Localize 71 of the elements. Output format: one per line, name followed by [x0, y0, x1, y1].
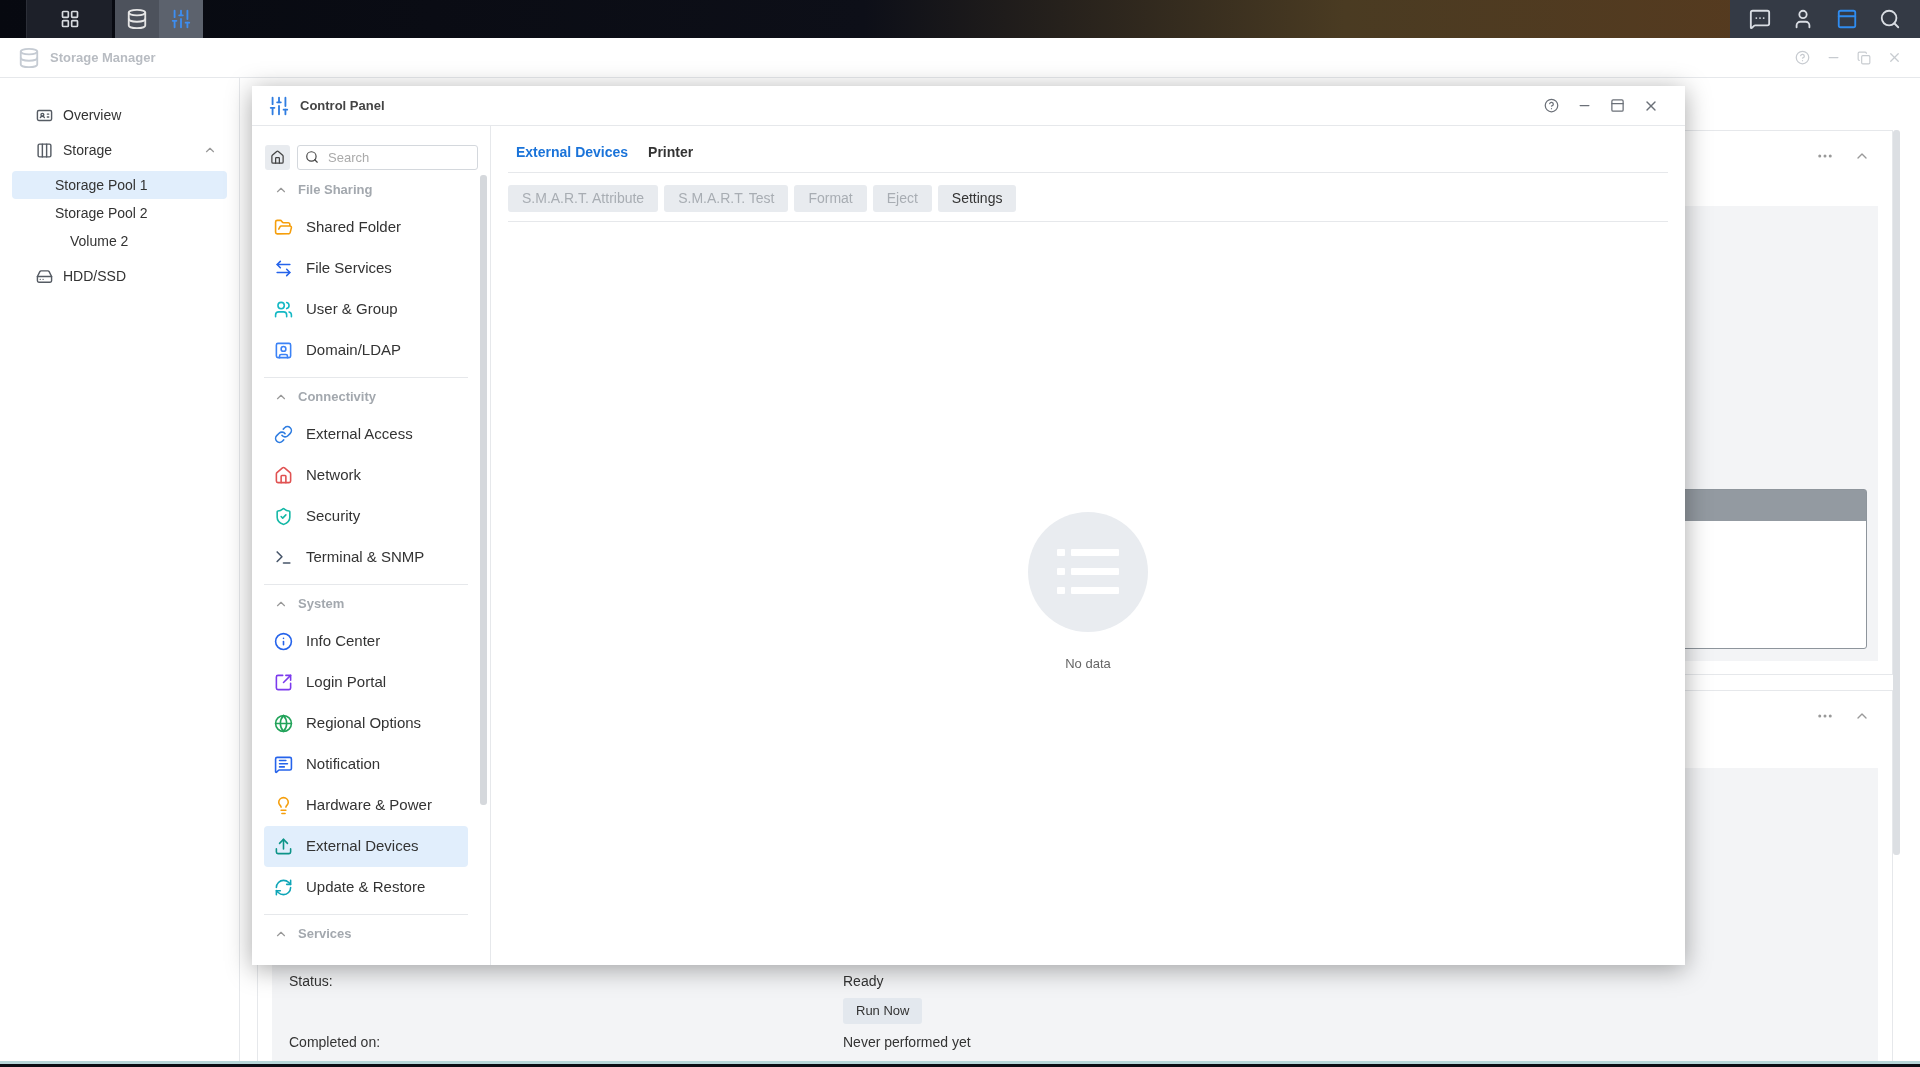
- database-icon: [126, 8, 148, 30]
- item-icon: [274, 507, 293, 526]
- sidebar-item[interactable]: HDD/SSD: [12, 262, 227, 290]
- sidebar-item[interactable]: Domain/LDAP: [264, 330, 468, 371]
- sidebar-item[interactable]: Shared Folder: [264, 207, 468, 248]
- tab[interactable]: Printer: [640, 142, 702, 163]
- sidebar-item[interactable]: File Services: [264, 248, 468, 289]
- detail-value: Ready: [843, 972, 884, 991]
- detail-label: Completed on:: [289, 1033, 382, 1052]
- scrollbar-thumb[interactable]: [480, 175, 487, 805]
- widget-icon[interactable]: [1835, 8, 1858, 30]
- sidebar-icon: [36, 267, 53, 285]
- scrollbar[interactable]: [1893, 130, 1900, 855]
- home-button[interactable]: [265, 145, 290, 170]
- sidebar-item[interactable]: Terminal & SNMP: [264, 537, 468, 578]
- sidebar-item[interactable]: Overview: [12, 101, 227, 129]
- section-header: Connectivity: [298, 387, 376, 406]
- item-icon: [274, 714, 293, 733]
- sidebar-item[interactable]: Network: [264, 455, 468, 496]
- sidebar-item[interactable]: Regional Options: [264, 703, 468, 744]
- sliders-icon: [170, 8, 192, 30]
- restore-icon[interactable]: [1857, 50, 1871, 65]
- toolbar-button[interactable]: Settings: [937, 185, 1017, 212]
- item-icon: [274, 218, 293, 237]
- tab[interactable]: External Devices: [508, 142, 637, 163]
- sidebar-item[interactable]: Login Portal: [264, 662, 468, 703]
- sidebar-item[interactable]: External Access: [264, 414, 468, 455]
- sidebar-item[interactable]: Info Center: [264, 621, 468, 662]
- sidebar-item[interactable]: Notification: [264, 744, 468, 785]
- section-header: System: [298, 594, 345, 613]
- empty-message: No data: [1065, 654, 1111, 673]
- item-icon: [274, 878, 293, 897]
- sidebar-item[interactable]: Storage Pool 1: [12, 171, 227, 199]
- item-icon: [274, 341, 293, 360]
- sidebar-item[interactable]: Storage: [12, 136, 227, 164]
- maximize-icon[interactable]: [1610, 98, 1625, 113]
- section-header: File Sharing: [298, 180, 373, 199]
- window-title: Control Panel: [300, 96, 386, 115]
- sidebar-item[interactable]: Security: [264, 496, 468, 537]
- item-icon: [274, 548, 293, 567]
- sidebar-item[interactable]: Hardware & Power: [264, 785, 468, 826]
- window-title: Storage Manager: [50, 48, 157, 67]
- sidebar-icon: [36, 141, 53, 159]
- item-icon: [274, 466, 293, 485]
- sidebar-item[interactable]: External Devices: [264, 826, 468, 867]
- item-icon: [274, 300, 293, 319]
- item-icon: [274, 632, 293, 651]
- sidebar-item[interactable]: Storage Pool 2: [12, 199, 227, 227]
- item-icon: [274, 755, 293, 774]
- grid-icon: [59, 9, 80, 29]
- section-header: Services: [298, 924, 352, 943]
- chat-icon[interactable]: [1748, 8, 1771, 30]
- taskbar-app-icon[interactable]: [115, 0, 159, 38]
- item-icon: [274, 425, 293, 444]
- main-menu-button[interactable]: [26, 0, 112, 38]
- app-icon: [18, 46, 40, 69]
- sidebar-item[interactable]: Update & Restore: [264, 867, 468, 908]
- search-field[interactable]: Search: [297, 145, 478, 170]
- item-icon: [274, 673, 293, 692]
- run-now-button[interactable]: Run Now: [843, 998, 923, 1024]
- sidebar-item[interactable]: User & Group: [264, 289, 468, 330]
- home-icon: [270, 150, 285, 165]
- detail-label: Status:: [289, 972, 334, 991]
- search-icon: [305, 150, 319, 164]
- sidebar-item[interactable]: Volume 2: [12, 227, 227, 255]
- item-icon: [274, 259, 293, 278]
- item-icon: [274, 837, 293, 856]
- help-icon[interactable]: [1544, 98, 1559, 113]
- search-icon[interactable]: [1879, 8, 1902, 30]
- detail-value: Never performed yet: [843, 1033, 971, 1052]
- app-icon: [268, 94, 290, 117]
